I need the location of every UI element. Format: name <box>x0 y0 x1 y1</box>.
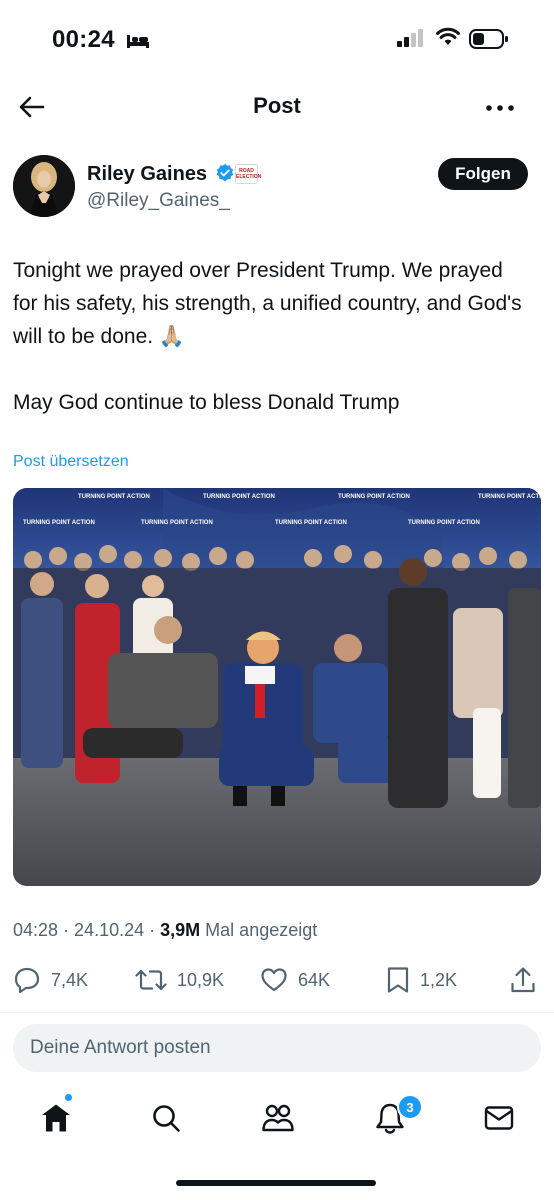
banner-text: TURNING POINT ACTION <box>78 494 150 500</box>
translate-post-link[interactable]: Post übersetzen <box>13 453 129 471</box>
messages-icon <box>484 1106 514 1130</box>
repost-button[interactable]: 10,9K <box>135 966 224 994</box>
author-name[interactable]: Riley Gaines <box>87 163 207 186</box>
home-new-indicator <box>65 1094 72 1101</box>
bookmark-icon <box>387 967 409 993</box>
bookmark-count: 1,2K <box>420 969 458 990</box>
reply-button[interactable]: 7,4K <box>13 966 88 994</box>
divider <box>0 1012 554 1013</box>
notifications-badge: 3 <box>397 1094 423 1120</box>
prayer-photo-image: TURNING POINT ACTION TURNING POINT ACTIO… <box>13 488 541 886</box>
more-options-button[interactable] <box>482 96 518 120</box>
nav-home[interactable] <box>36 1098 76 1138</box>
post-time: 04:28 <box>13 920 59 940</box>
tweet-photo[interactable]: TURNING POINT ACTION TURNING POINT ACTIO… <box>13 488 541 886</box>
view-label: Mal angezeigt <box>205 920 318 940</box>
cellular-signal-icon <box>397 29 423 47</box>
battery-icon <box>469 29 508 49</box>
post-date: 24.10.24 <box>74 920 145 940</box>
author-handle[interactable]: @Riley_Gaines_ <box>87 190 230 212</box>
page-title: Post <box>253 93 301 118</box>
like-icon <box>261 968 287 992</box>
banner-text: TURNING POINT ACTION <box>408 520 480 526</box>
banner-text: TURNING POINT ACTION <box>141 520 213 526</box>
like-count: 64K <box>298 969 331 990</box>
nav-communities[interactable] <box>258 1098 298 1138</box>
follow-button[interactable]: Folgen <box>438 158 528 190</box>
communities-icon <box>262 1104 294 1132</box>
repost-count: 10,9K <box>177 969 225 990</box>
banner-text: TURNING POINT ACTION <box>23 520 95 526</box>
avatar-image <box>13 155 75 217</box>
share-icon[interactable] <box>510 966 536 994</box>
more-icon <box>486 105 514 111</box>
banner-text: TURNING POINT ACTION <box>203 494 275 500</box>
banner-text: TURNING POINT ACTION <box>338 494 410 500</box>
banner-text: TURNING POINT ACTION <box>478 494 541 500</box>
reply-count: 7,4K <box>51 969 89 990</box>
status-time: 00:24 <box>52 26 115 53</box>
wifi-icon <box>436 27 460 45</box>
reply-input[interactable]: Deine Antwort posten <box>13 1024 541 1072</box>
affiliation-badge[interactable]: ROAD ELECTION <box>235 164 261 184</box>
nav-search[interactable] <box>146 1098 186 1138</box>
nav-messages[interactable] <box>479 1098 519 1138</box>
like-button[interactable]: 64K <box>260 966 330 994</box>
author-avatar[interactable] <box>13 155 75 217</box>
repost-icon <box>135 969 167 991</box>
tweet-text: Tonight we prayed over President Trump. … <box>13 259 522 414</box>
reply-icon <box>14 967 40 993</box>
home-icon <box>42 1104 70 1132</box>
bookmark-button[interactable]: 1,2K <box>386 966 457 994</box>
search-icon <box>153 1105 180 1132</box>
verified-icon <box>216 163 234 182</box>
home-indicator <box>176 1180 376 1186</box>
view-count[interactable]: 3,9M <box>160 920 200 940</box>
sleep-focus-icon <box>127 35 149 48</box>
post-meta: 04:28 · 24.10.24 · 3,9M Mal angezeigt <box>13 920 318 940</box>
banner-text: TURNING POINT ACTION <box>275 520 347 526</box>
